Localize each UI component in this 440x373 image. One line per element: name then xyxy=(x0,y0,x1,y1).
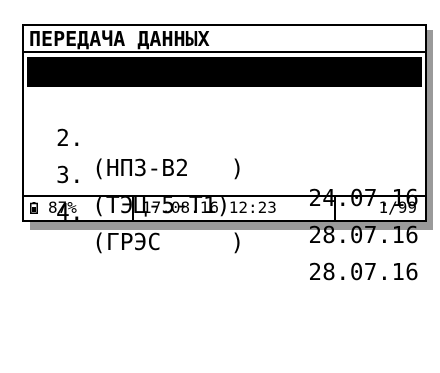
status-divider xyxy=(334,197,336,220)
battery-icon xyxy=(30,202,38,214)
list-item[interactable]: 4. (ГРЭС ) 28.07.16 xyxy=(24,168,425,286)
device-screen: ПЕРЕДАЧА ДАННЫХ 1. (НПЗ-В1 ) 20.07.16 2.… xyxy=(22,24,427,286)
status-bar: 87% 17.08.16 12:23 1/99 xyxy=(24,195,425,220)
screen-shadow-right xyxy=(427,30,433,230)
list-item-date: 28.07.16 xyxy=(308,260,419,286)
status-divider xyxy=(132,197,134,220)
status-datetime: 17.08.16 12:23 xyxy=(142,198,277,217)
data-list: 1. (НПЗ-В1 ) 20.07.16 2. (НПЗ-В2 ) 24.07… xyxy=(24,57,425,286)
list-item[interactable]: 2. (НПЗ-В2 ) 24.07.16 xyxy=(24,94,425,212)
list-item[interactable]: 3. (ТЭЦ-5-Т1) 28.07.16 xyxy=(24,131,425,249)
list-item-name: (ГРЭС ) xyxy=(92,230,245,256)
page-indicator: 1/99 xyxy=(378,198,417,217)
page-title: ПЕРЕДАЧА ДАННЫХ xyxy=(29,27,210,51)
list-item[interactable]: 1. (НПЗ-В1 ) 20.07.16 xyxy=(27,57,422,175)
battery-level: 87% xyxy=(48,198,77,217)
title-bar: ПЕРЕДАЧА ДАННЫХ xyxy=(24,26,425,53)
